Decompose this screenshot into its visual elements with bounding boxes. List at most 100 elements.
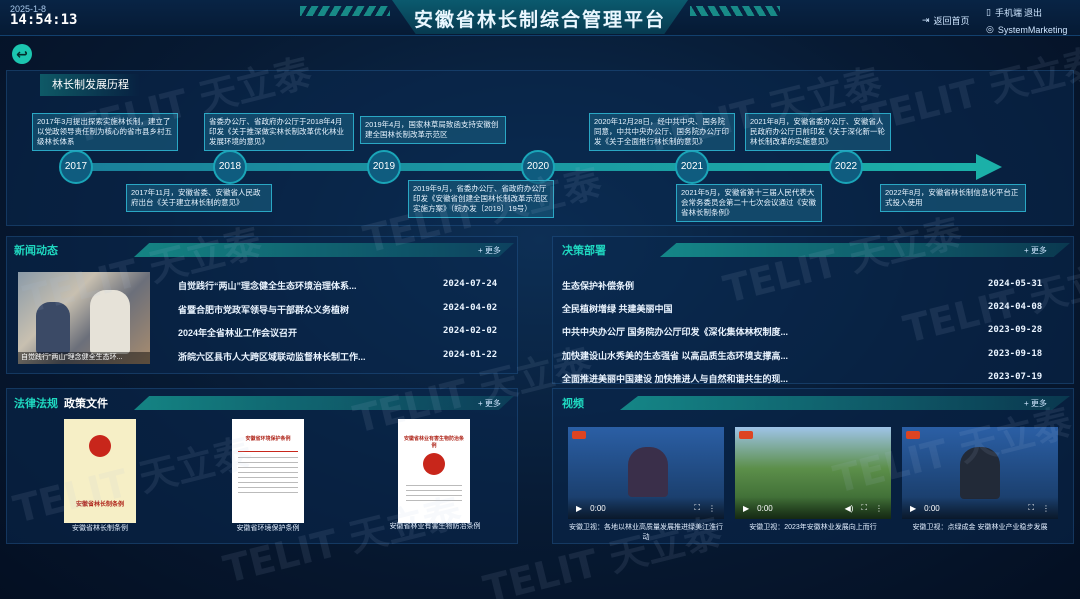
decision-item-title[interactable]: 全民植树增绿 共建美丽中国 [562, 302, 673, 315]
document-text-lines [238, 457, 298, 497]
document-cover[interactable]: 安徽省环境保护条例 [232, 419, 304, 523]
news-item-date: 2024-04-02 [443, 303, 498, 313]
document-cover[interactable]: 安徽省林长制条例 [64, 419, 136, 523]
news-title: 新闻动态 [14, 245, 58, 257]
law-more-label: 更多 [484, 399, 501, 408]
photo-caption: 自觉践行“两山”理念健全生态环... [18, 352, 150, 364]
video-controls[interactable]: ▶ 0:00 ⛶ ⋮ [902, 497, 1058, 519]
channel-logo-icon [572, 431, 586, 439]
year-node-2019[interactable]: 2019 [367, 150, 401, 184]
timeline-arrow-icon [976, 154, 1002, 180]
document-label[interactable]: 安徽省林业有害生物防治条例 [380, 522, 490, 531]
phone-icon: ▯ [986, 7, 991, 17]
play-icon[interactable]: ▶ [910, 504, 916, 513]
decisions-header: 决策部署 [562, 241, 606, 259]
document-red-line [238, 451, 298, 452]
return-home-button[interactable]: ⇥ 返回首页 [922, 14, 970, 27]
law-more-link[interactable]: + 更多 [478, 398, 501, 409]
emblem-icon [423, 453, 445, 475]
photo-figure [36, 302, 70, 354]
timeline-event: 2019年4月，国家林草局致函支持安徽创建全国林长制改革示范区 [360, 116, 506, 144]
decisions-title: 决策部署 [562, 245, 606, 257]
decisions-more-link[interactable]: + 更多 [1024, 245, 1047, 256]
channel-logo-icon [739, 431, 753, 439]
decision-item-title[interactable]: 中共中央办公厅 国务院办公厅印发《深化集体林权制度... [562, 325, 788, 338]
mobile-button[interactable]: ▯ 手机端 [986, 6, 1022, 19]
year-node-2021[interactable]: 2021 [675, 150, 709, 184]
year-node-2017[interactable]: 2017 [59, 150, 93, 184]
video-player[interactable]: ▶ 0:00 ⛶ ⋮ [568, 427, 724, 519]
news-item-title[interactable]: 2024年全省林业工作会议召开 [178, 326, 297, 339]
timeline-event: 2017年11月，安徽省委、安徽省人民政府出台《关于建立林长制的意见》 [126, 184, 272, 212]
user-name: SystemMarketing [997, 24, 1068, 35]
document-cover[interactable]: 安徽省林业有害生物防治条例 [398, 419, 470, 523]
photo-figure [90, 290, 130, 354]
document-label[interactable]: 安徽省环境保护条例 [213, 524, 323, 533]
video-header-bar [620, 396, 1070, 410]
document-cover-title: 安徽省林业有害生物防治条例 [403, 436, 464, 449]
fullscreen-icon[interactable]: ⛶ [1028, 503, 1034, 513]
user-menu[interactable]: ◎ SystemMarketing [986, 24, 1067, 35]
fullscreen-icon[interactable]: ⛶ [861, 503, 867, 513]
play-icon[interactable]: ▶ [576, 504, 582, 513]
anchor-figure [628, 447, 668, 497]
video-header: 视频 [562, 394, 584, 412]
video-caption[interactable]: 安徽卫视：点绿成金 安徽林业产业稳步发展 [900, 522, 1060, 532]
timeline-event: 2021年8月，安徽省委办公厅、安徽省人民政府办公厅日前印发《关于深化新一轮林长… [745, 113, 891, 151]
play-icon[interactable]: ▶ [743, 504, 749, 513]
decision-item-date: 2024-04-08 [988, 302, 1043, 312]
decision-item-title[interactable]: 生态保护补偿条例 [562, 279, 634, 292]
decisions-header-bar [660, 243, 1070, 257]
decision-item-title[interactable]: 全面推进美丽中国建设 加快推进人与自然和谐共生的现... [562, 372, 788, 385]
timeline-event: 2022年8月，安徽省林长制信息化平台正式投入使用 [880, 184, 1026, 212]
video-player[interactable]: ▶ 0:00 ◀) ⛶ ⋮ [735, 427, 891, 519]
news-item-date: 2024-01-22 [443, 350, 498, 360]
year-node-2018[interactable]: 2018 [213, 150, 247, 184]
fullscreen-icon[interactable]: ⛶ [694, 503, 700, 513]
law-title[interactable]: 法律法规 [14, 395, 58, 411]
news-item-title[interactable]: 自觉践行“两山”理念健全生态环境治理体系... [178, 279, 357, 292]
video-caption[interactable]: 安徽卫视：各地以林业高质量发展推进绿美江淮行动 [566, 522, 726, 542]
news-item-date: 2024-02-02 [443, 326, 498, 336]
video-more-label: 更多 [1030, 399, 1047, 408]
document-label[interactable]: 安徽省林长制条例 [45, 524, 155, 533]
timeline-event: 2021年5月，安徽省第十三届人民代表大会常务委员会第二十七次会议通过《安徽省林… [676, 184, 822, 222]
news-item-date: 2024-07-24 [443, 279, 498, 289]
timeline-event: 2020年12月28日，经中共中央、国务院同意，中共中央办公厅、国务院办公厅印发… [589, 113, 735, 151]
return-home-label: 返回首页 [933, 16, 970, 26]
document-cover-title: 安徽省林长制条例 [75, 502, 124, 508]
video-title: 视频 [562, 398, 584, 410]
video-caption[interactable]: 安徽卫视：2023年安徽林业发展向上而行 [733, 522, 893, 532]
timeline-event: 2019年9月，省委办公厅、省政府办公厅印发《安徽省创建全国林长制改革示范区实施… [408, 180, 554, 218]
law-header: 法律法规 政策文件 [14, 394, 108, 412]
video-controls[interactable]: ▶ 0:00 ⛶ ⋮ [568, 497, 724, 519]
user-icon: ◎ [986, 24, 994, 34]
news-item-title[interactable]: 浙皖六区县市人大跨区域联动监督林长制工作... [178, 350, 366, 363]
header-decoration-left [300, 6, 390, 16]
document-text-lines [406, 485, 462, 503]
video-time: 0:00 [924, 503, 940, 513]
decision-item-title[interactable]: 加快建设山水秀美的生态强省 以高品质生态环境支撑高... [562, 349, 788, 362]
anchor-figure [960, 447, 1000, 499]
volume-icon[interactable]: ◀) [845, 504, 854, 513]
mobile-label: 手机端 [994, 8, 1022, 18]
year-node-2022[interactable]: 2022 [829, 150, 863, 184]
more-options-icon[interactable]: ⋮ [1042, 504, 1050, 513]
back-arrow-icon[interactable]: ↩ [12, 44, 32, 64]
more-options-icon[interactable]: ⋮ [875, 504, 883, 513]
policy-title[interactable]: 政策文件 [64, 395, 108, 411]
decision-item-date: 2023-07-19 [988, 372, 1043, 382]
more-options-icon[interactable]: ⋮ [708, 504, 716, 513]
news-more-link[interactable]: + 更多 [478, 245, 501, 256]
year-node-2020[interactable]: 2020 [521, 150, 555, 184]
video-player[interactable]: ▶ 0:00 ⛶ ⋮ [902, 427, 1058, 519]
law-header-bar [134, 396, 514, 410]
news-more-label: 更多 [484, 246, 501, 255]
logout-button[interactable]: 退出 [1024, 6, 1042, 19]
header-decoration-right [690, 6, 780, 16]
video-more-link[interactable]: + 更多 [1024, 398, 1047, 409]
news-photo[interactable]: 自觉践行“两山”理念健全生态环... [18, 272, 150, 364]
news-item-title[interactable]: 省暨合肥市党政军领导与干部群众义务植树 [178, 303, 349, 316]
timeline-tab[interactable]: 林长制发展历程 [40, 74, 140, 96]
video-controls[interactable]: ▶ 0:00 ◀) ⛶ ⋮ [735, 497, 891, 519]
